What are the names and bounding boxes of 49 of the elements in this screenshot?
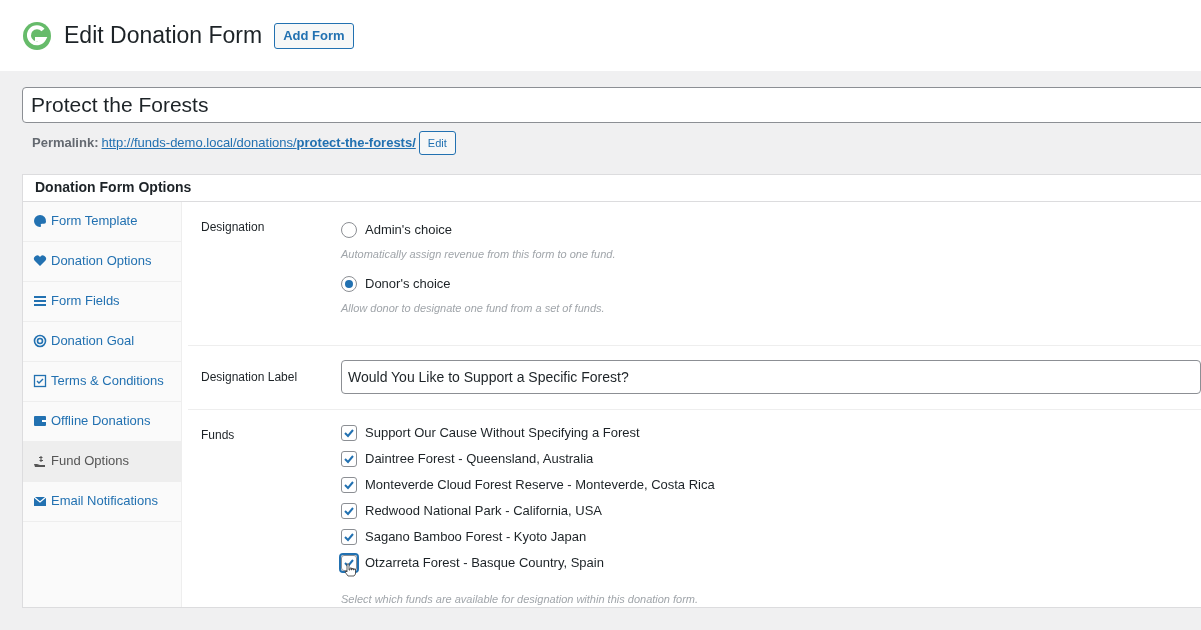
sidebar-tab[interactable]: Fund Options (23, 441, 181, 482)
fund-label: Monteverde Cloud Forest Reserve - Monteverde, Costa Rica (365, 476, 715, 495)
field-label: Designation (200, 218, 266, 236)
sidebar-tab[interactable]: Terms & Conditions (23, 361, 181, 402)
check-icon (343, 531, 355, 543)
radio-label: Donor's choice (365, 275, 451, 294)
list-icon (33, 294, 47, 308)
check-icon (343, 505, 355, 517)
checkbox[interactable] (341, 451, 357, 467)
checkbox-icon (33, 374, 47, 388)
edit-permalink-button[interactable]: Edit (418, 131, 456, 155)
option-description: Automatically assign revenue from this form to one fund. (341, 246, 616, 262)
page-title: Edit Donation Form (64, 21, 263, 51)
field-label: Funds (200, 426, 236, 444)
permalink-link[interactable]: http://funds-demo.local/donations/protect-the-forests/ (101, 133, 416, 153)
field-label: Designation Label (200, 369, 299, 386)
radio-button[interactable] (341, 221, 357, 238)
field-description: Select which funds are available for designation within this donation form. (341, 591, 700, 607)
sidebar-tab[interactable]: Offline Donations (23, 401, 181, 442)
logo-icon (22, 20, 52, 51)
sidebar-tab[interactable]: Email Notifications (23, 481, 181, 522)
sidebar-tab[interactable]: Donation Goal (23, 321, 181, 362)
fund-label: Sagano Bamboo Forest - Kyoto Japan (365, 528, 587, 547)
heart-icon (33, 254, 47, 268)
envelope-icon (33, 494, 47, 508)
wallet-icon (33, 414, 47, 428)
check-icon (343, 453, 355, 465)
sidebar-tab[interactable]: Form Fields (23, 281, 181, 322)
fund-label: Otzarreta Forest - Basque Country, Spain (365, 554, 604, 573)
fund-label: Daintree Forest - Queensland, Australia (365, 450, 594, 469)
designation-label-field[interactable]: Would You Like to Support a Specific Forest? (341, 360, 1201, 394)
panel-title: Donation Form Options (35, 178, 192, 198)
checkbox[interactable] (341, 529, 357, 545)
checkbox[interactable] (341, 477, 357, 493)
checkbox[interactable] (341, 425, 357, 441)
fund-label: Redwood National Park - California, USA (365, 502, 602, 521)
radio-button[interactable] (341, 276, 357, 292)
title-field[interactable]: Protect the Forests (22, 87, 1201, 123)
check-icon (343, 479, 355, 491)
check-icon (343, 427, 355, 439)
checkbox[interactable] (341, 503, 357, 519)
sidebar-tab[interactable]: Form Template (23, 201, 181, 242)
target-icon (33, 334, 47, 348)
option-description: Allow donor to designate one fund from a set of funds. (341, 301, 606, 316)
fund-label: Support Our Cause Without Specifying a Forest (365, 424, 640, 443)
radio-label: Admin's choice (365, 220, 453, 239)
sidebar-tab[interactable]: Donation Options (23, 241, 181, 282)
permalink-label: Permalink: (32, 134, 99, 153)
add-form-button[interactable]: Add Form (274, 22, 354, 49)
